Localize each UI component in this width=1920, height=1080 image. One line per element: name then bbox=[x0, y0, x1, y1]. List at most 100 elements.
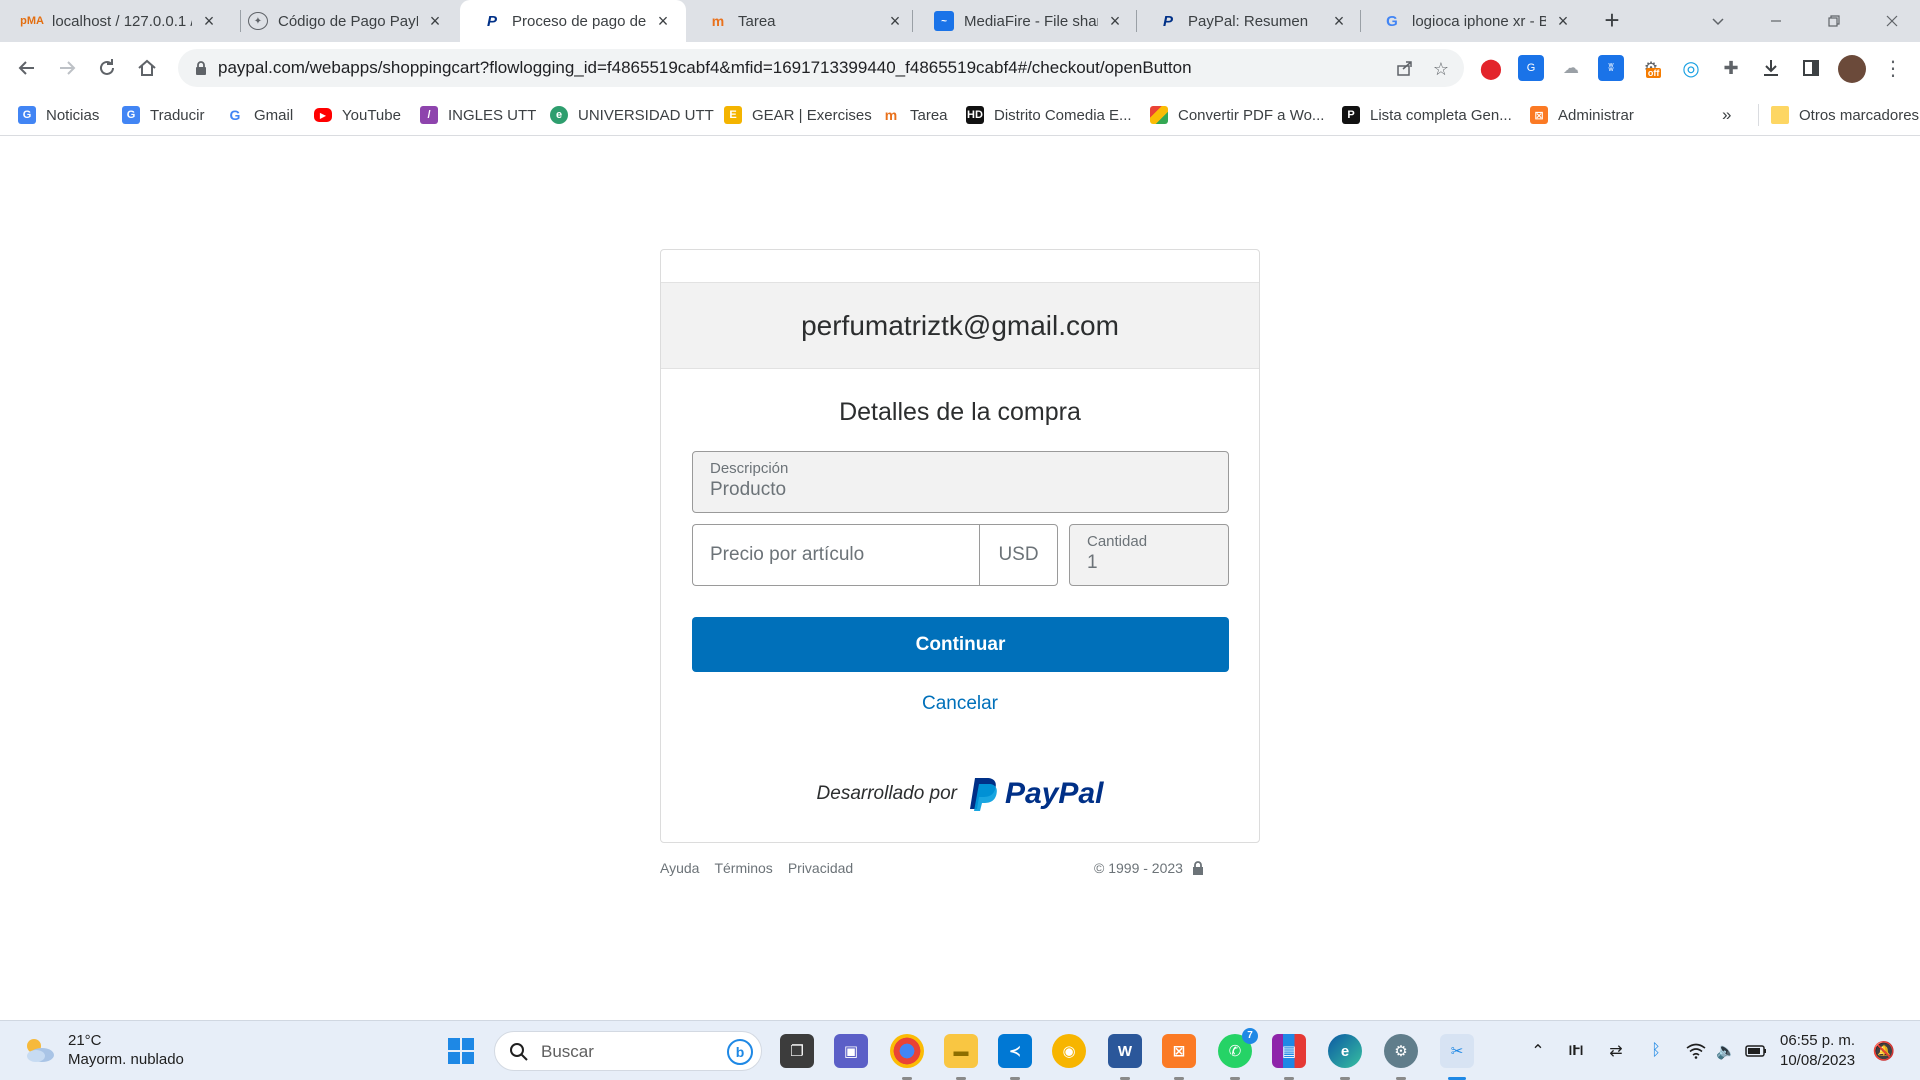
opera-extension-icon[interactable]: ⬤ bbox=[1478, 55, 1504, 81]
bookmark-distrito-comedia[interactable]: HD Distrito Comedia E... bbox=[966, 104, 1132, 126]
snipping-tool-icon[interactable]: ✂ bbox=[1440, 1034, 1474, 1068]
task-view-icon[interactable]: ❐ bbox=[780, 1034, 814, 1068]
puzzle-icon[interactable]: ✚ bbox=[1718, 55, 1744, 81]
menu-icon[interactable]: ⋮ bbox=[1880, 55, 1906, 81]
lock-icon[interactable] bbox=[192, 59, 210, 77]
bookmark-lista-completa[interactable]: P Lista completa Gen... bbox=[1342, 104, 1512, 126]
url-text[interactable]: paypal.com/webapps/shoppingcart?flowlogg… bbox=[218, 58, 1192, 78]
offer-extension-icon[interactable]: ⚙off bbox=[1638, 55, 1664, 81]
other-bookmarks[interactable]: Otros marcadores bbox=[1758, 104, 1919, 126]
close-tab-icon[interactable]: × bbox=[200, 12, 218, 30]
currency-label: USD bbox=[979, 524, 1058, 586]
circle-extension-icon[interactable]: ◎ bbox=[1678, 55, 1704, 81]
back-button[interactable] bbox=[12, 53, 42, 83]
tab-title: Proceso de pago de P bbox=[512, 12, 646, 30]
temperature: 21°C bbox=[68, 1032, 102, 1049]
close-tab-icon[interactable]: × bbox=[1106, 12, 1124, 30]
tab-paypal-checkout[interactable]: P Proceso de pago de P × bbox=[460, 0, 686, 42]
forward-button[interactable] bbox=[52, 53, 82, 83]
star-icon[interactable]: ☆ bbox=[1430, 58, 1452, 80]
price-input[interactable]: Precio por artículo bbox=[692, 524, 979, 586]
address-bar[interactable]: paypal.com/webapps/shoppingcart?flowlogg… bbox=[178, 49, 1464, 87]
bookmark-youtube[interactable]: ▶ YouTube bbox=[314, 104, 401, 126]
taskbar-search[interactable]: Buscar b bbox=[494, 1031, 762, 1071]
close-tab-icon[interactable]: × bbox=[1554, 12, 1572, 30]
tab-phpmyadmin[interactable]: pMA localhost / 127.0.0.1 / × bbox=[0, 0, 232, 42]
tab-google-search[interactable]: G logioca iphone xr - Bu × bbox=[1360, 0, 1586, 42]
bookmark-tarea[interactable]: m Tarea bbox=[882, 104, 948, 126]
tab-title: Tarea bbox=[738, 12, 776, 30]
system-clock[interactable]: 06:55 p. m. 10/08/2023 bbox=[1780, 1031, 1855, 1071]
wifi-icon[interactable] bbox=[1684, 1039, 1708, 1063]
bluetooth-extension-icon[interactable]: ʬ bbox=[1598, 55, 1624, 81]
close-tab-icon[interactable]: × bbox=[1330, 12, 1348, 30]
google-news-icon: G bbox=[18, 106, 36, 124]
tab-mediafire[interactable]: ~ MediaFire - File sharin × bbox=[912, 0, 1138, 42]
volume-icon[interactable]: 🔈 bbox=[1714, 1039, 1738, 1063]
bookmark-convertir-pdf[interactable]: Convertir PDF a Wo... bbox=[1150, 104, 1324, 126]
cloud-extension-icon[interactable]: ☁ bbox=[1558, 55, 1584, 81]
cancel-link[interactable]: Cancelar bbox=[661, 693, 1259, 715]
close-tab-icon[interactable]: × bbox=[426, 12, 444, 30]
share-icon[interactable] bbox=[1394, 58, 1416, 80]
home-icon bbox=[138, 59, 156, 76]
chevron-down-icon bbox=[1712, 18, 1724, 26]
side-panel-icon[interactable] bbox=[1798, 55, 1824, 81]
chevron-up-icon[interactable]: ⌃ bbox=[1526, 1039, 1550, 1063]
battery-icon[interactable] bbox=[1744, 1039, 1768, 1063]
footer-link-privacidad[interactable]: Privacidad bbox=[788, 860, 853, 876]
winrar-icon[interactable]: ▤ bbox=[1272, 1034, 1306, 1068]
bookmark-administrar[interactable]: ⊠ Administrar bbox=[1530, 104, 1634, 126]
whatsapp-icon[interactable]: ✆ 7 bbox=[1218, 1028, 1258, 1068]
quantity-field[interactable]: Cantidad 1 bbox=[1069, 524, 1229, 586]
bookmark-noticias[interactable]: G Noticias bbox=[18, 104, 99, 126]
word-icon[interactable]: W bbox=[1108, 1034, 1142, 1068]
notifications-icon[interactable]: 🔕 bbox=[1872, 1039, 1896, 1063]
new-tab-button[interactable]: + bbox=[1597, 6, 1627, 36]
minimize-button[interactable] bbox=[1748, 0, 1804, 42]
tab-tarea[interactable]: m Tarea × bbox=[686, 0, 918, 42]
restore-button[interactable] bbox=[1806, 0, 1862, 42]
teams-chat-icon[interactable]: ▣ bbox=[834, 1034, 868, 1068]
description-field[interactable]: Descripción Producto bbox=[692, 451, 1229, 513]
home-button[interactable] bbox=[132, 53, 162, 83]
tab-chatgpt[interactable]: ✦ Código de Pago PayP × bbox=[226, 0, 458, 42]
lock-icon bbox=[1192, 861, 1203, 875]
bookmark-gmail[interactable]: G Gmail bbox=[226, 104, 294, 126]
bookmarks-overflow-button[interactable]: » bbox=[1722, 104, 1731, 126]
continue-button[interactable]: Continuar bbox=[692, 617, 1229, 672]
bing-icon[interactable]: b bbox=[727, 1039, 753, 1065]
bookmark-gear-exercises[interactable]: E GEAR | Exercises bbox=[724, 104, 872, 126]
vscode-icon[interactable]: ≺ bbox=[998, 1034, 1032, 1068]
reload-icon bbox=[100, 59, 114, 75]
chatgpt-icon: ✦ bbox=[248, 12, 268, 30]
transfer-icon[interactable]: ⇄ bbox=[1604, 1039, 1628, 1063]
tab-search-button[interactable] bbox=[1690, 0, 1746, 42]
close-tab-icon[interactable]: × bbox=[886, 12, 904, 30]
chrome-icon[interactable] bbox=[890, 1034, 924, 1068]
start-button[interactable] bbox=[444, 1034, 478, 1068]
minimize-icon bbox=[1771, 20, 1781, 22]
reload-button[interactable] bbox=[92, 53, 122, 83]
bookmark-traducir[interactable]: G Traducir bbox=[122, 104, 204, 126]
footer-link-terminos[interactable]: Términos bbox=[714, 860, 772, 876]
bluetooth-icon[interactable]: ᛒ bbox=[1644, 1039, 1668, 1063]
settings-icon[interactable]: ⚙ bbox=[1384, 1034, 1418, 1068]
tab-paypal-resumen[interactable]: P PayPal: Resumen × bbox=[1136, 0, 1362, 42]
xampp-icon[interactable]: ⊠ bbox=[1162, 1034, 1196, 1068]
avatar[interactable] bbox=[1838, 55, 1866, 83]
bookmark-universidad-utt[interactable]: e UNIVERSIDAD UTT bbox=[550, 104, 714, 126]
footer-link-ayuda[interactable]: Ayuda bbox=[660, 860, 699, 876]
postman-icon[interactable]: ◉ bbox=[1052, 1034, 1086, 1068]
close-tab-icon[interactable]: × bbox=[654, 12, 672, 30]
weather-widget[interactable]: 21°C Mayorm. nublado bbox=[22, 1031, 184, 1069]
translate-extension-icon[interactable]: G bbox=[1518, 55, 1544, 81]
bookmark-ingles-utt[interactable]: / INGLES UTT bbox=[420, 104, 536, 126]
file-explorer-icon[interactable]: ▬ bbox=[944, 1034, 978, 1068]
edge-icon[interactable]: e bbox=[1328, 1034, 1362, 1068]
tab-title: logioca iphone xr - Bu bbox=[1412, 12, 1546, 30]
download-icon[interactable] bbox=[1758, 55, 1784, 81]
quantity-label: Cantidad bbox=[1087, 533, 1148, 550]
close-window-button[interactable] bbox=[1864, 0, 1920, 42]
meter-icon[interactable]: lՒl bbox=[1564, 1039, 1588, 1063]
